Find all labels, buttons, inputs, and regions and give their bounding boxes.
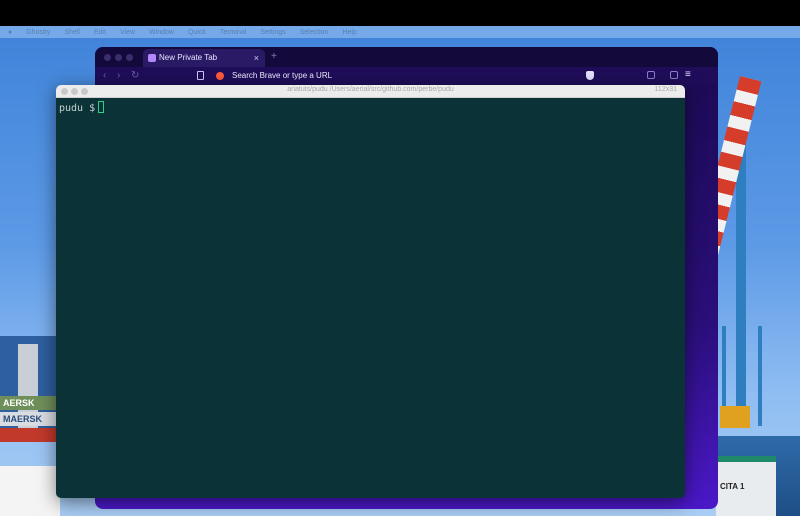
sidebar-icon[interactable] — [670, 71, 678, 79]
tab-title: New Private Tab — [159, 53, 218, 62]
terminal-titlebar: ariatuts/pudu /Users/aerial/src/github.c… — [56, 85, 685, 98]
boat — [0, 466, 60, 516]
crane-cabin — [720, 406, 750, 428]
container-stack: AERSK MAERSK — [0, 396, 60, 456]
ship: CITA 1 — [716, 456, 776, 516]
back-icon[interactable]: ‹ — [103, 70, 106, 81]
forward-icon[interactable]: › — [117, 70, 120, 81]
browser-toolbar: ‹ › ↻ Search Brave or type a URL ≡ — [95, 67, 718, 85]
menu-item[interactable]: Settings — [260, 29, 285, 36]
new-tab-button[interactable]: + — [271, 51, 277, 62]
tab-close-icon[interactable]: × — [254, 49, 259, 67]
menu-item[interactable]: Ghostty — [26, 29, 50, 36]
prompt-text: pudu $ — [59, 103, 96, 114]
bookmark-icon[interactable] — [197, 71, 204, 80]
menu-item[interactable]: View — [120, 29, 135, 36]
terminal-size: 112x31 — [654, 86, 677, 93]
terminal-window: ariatuts/pudu /Users/aerial/src/github.c… — [56, 85, 685, 498]
top-black-bar — [0, 0, 800, 26]
menu-icon[interactable]: ≡ — [685, 69, 691, 80]
container-label: MAERSK — [0, 412, 60, 426]
menu-item[interactable]: Selection — [300, 29, 329, 36]
ship-label: CITA 1 — [720, 482, 745, 491]
terminal-title: ariatuts/pudu /Users/aerial/src/github.c… — [287, 86, 454, 93]
menu-item[interactable]: Window — [149, 29, 174, 36]
url-input[interactable]: Search Brave or type a URL — [232, 71, 332, 80]
menu-item[interactable]: Terminal — [220, 29, 246, 36]
tab-bar: New Private Tab × + — [95, 47, 718, 67]
wallet-icon[interactable] — [647, 71, 655, 79]
menu-item[interactable]: Shell — [64, 29, 80, 36]
shell-prompt[interactable]: pudu $ — [59, 101, 105, 114]
window-zoom-button[interactable] — [126, 54, 133, 61]
tab-new-private[interactable]: New Private Tab × — [143, 49, 265, 67]
menu-item[interactable]: Help — [342, 29, 356, 36]
reload-icon[interactable]: ↻ — [131, 70, 139, 81]
brave-search-icon — [216, 72, 224, 80]
apple-menu-icon[interactable]: ● — [8, 29, 12, 36]
brave-shields-icon[interactable] — [586, 71, 594, 80]
container-label: AERSK — [0, 396, 60, 410]
private-tab-icon — [148, 54, 156, 62]
container — [0, 428, 60, 442]
window-close-button[interactable] — [104, 54, 111, 61]
terminal-cursor — [98, 101, 105, 113]
menu-bar: ● Ghostty Shell Edit View Window Quick T… — [0, 26, 800, 38]
menu-item[interactable]: Edit — [94, 29, 106, 36]
menu-item[interactable]: Quick — [188, 29, 206, 36]
window-minimize-button[interactable] — [115, 54, 122, 61]
